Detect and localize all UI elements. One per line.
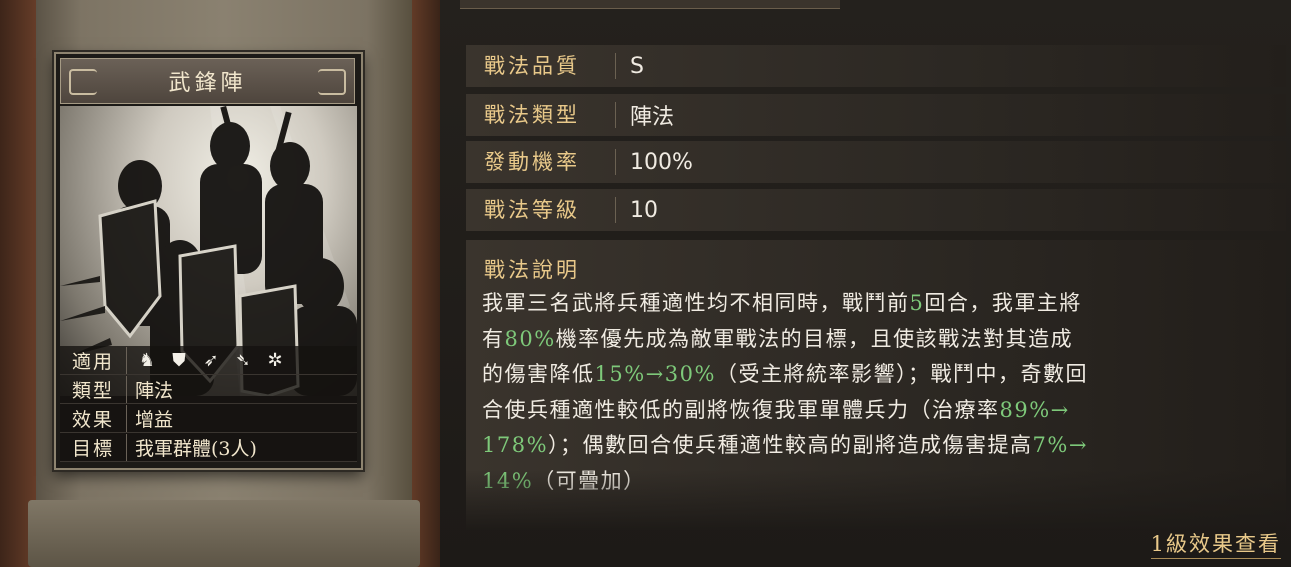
info-value: 增益 — [135, 408, 174, 431]
highlight-value: 89%→ — [999, 397, 1070, 422]
description-segment: 機率優先成為敵軍戰法的目標，且使該戰法對其造成 — [555, 326, 1074, 351]
info-row-applicable: 適用 ♞ ⛊ ➶ ➴ ✲ — [60, 346, 357, 375]
highlight-value: 178% — [482, 433, 549, 457]
info-key: 類型 — [60, 375, 127, 403]
highlight-value: 5 — [909, 291, 925, 315]
description-box[interactable]: 戰法說明 我軍三名武將兵種適性均不相同時，戰鬥前5回合，我軍主將 有80%機率優先… — [466, 240, 1286, 530]
card-title: 武鋒陣 — [168, 71, 247, 96]
info-key: 適用 — [60, 346, 127, 374]
wheel-icon: ✲ — [267, 349, 283, 371]
cavalry-icon: ♞ — [138, 349, 156, 371]
description-segment: 有 — [482, 326, 505, 351]
header-ornament-right — [318, 69, 346, 95]
description-segment: 的傷害降低 — [482, 362, 595, 386]
card-header: 武鋒陣 — [60, 58, 355, 104]
attr-row-trigger-rate: 發動機率 100% — [466, 141, 1286, 183]
description-line: 178%）；偶數回合使兵種適性較高的副將造成傷害提高7%→ — [482, 428, 1282, 464]
tactic-card: 武鋒陣 適用 ♞ ⛊ ➶ ➴ ✲ 類型 陣法 效果 增益 目標 我軍群體(3人) — [54, 52, 363, 470]
description-segment: 我軍三名武將兵種適性均不相同時，戰鬥前 — [482, 291, 910, 315]
description-line: 的傷害降低15%→30%（受主將統率影響）；戰鬥中，奇數回 — [482, 357, 1282, 393]
troop-type-icons: ♞ ⛊ ➶ ➴ ✲ — [127, 350, 285, 371]
scroll-bottom — [28, 500, 420, 567]
header-ornament-left — [69, 69, 97, 95]
highlight-value: 7%→ — [1032, 433, 1088, 457]
shield-icon: ⛊ — [172, 349, 186, 371]
tactic-detail-panel: 戰法品質 S 戰法類型 陣法 發動機率 100% 戰法等級 10 戰法說明 我軍… — [440, 0, 1291, 567]
info-key: 效果 — [60, 404, 127, 432]
description-text: 我軍三名武將兵種適性均不相同時，戰鬥前5回合，我軍主將 有80%機率優先成為敵軍戰… — [482, 286, 1282, 499]
highlight-value: 15%→30% — [594, 362, 716, 386]
description-fade — [466, 470, 1286, 530]
card-info: 適用 ♞ ⛊ ➶ ➴ ✲ 類型 陣法 效果 增益 目標 我軍群體(3人) — [60, 346, 357, 464]
description-line: 合使兵種適性較低的副將恢復我軍單體兵力（治療率89%→ — [482, 393, 1282, 429]
description-line: 有80%機率優先成為敵軍戰法的目標，且使該戰法對其造成 — [482, 322, 1282, 358]
description-title: 戰法說明 — [484, 258, 580, 282]
attr-key: 戰法類型 — [466, 102, 616, 128]
attr-key: 戰法等級 — [466, 197, 616, 223]
info-value: 陣法 — [135, 379, 174, 402]
info-row-type: 類型 陣法 — [60, 375, 357, 404]
description-segment: （受主將統率影響）；戰鬥中，奇數回 — [715, 362, 1088, 386]
attr-value: S — [630, 53, 644, 79]
attr-key: 發動機率 — [466, 149, 616, 175]
info-key: 目標 — [60, 433, 127, 461]
attr-row-type: 戰法類型 陣法 — [466, 94, 1286, 136]
attr-value: 10 — [630, 197, 658, 223]
attr-value: 陣法 — [630, 105, 675, 130]
attr-key: 戰法品質 — [466, 53, 616, 79]
description-segment: ）；偶數回合使兵種適性較高的副將造成傷害提高 — [548, 433, 1033, 457]
info-row-target: 目標 我軍群體(3人) — [60, 433, 357, 462]
description-segment: 回合，我軍主將 — [924, 291, 1082, 315]
attr-value: 100% — [630, 149, 693, 175]
level-effect-link[interactable]: 1級效果查看 — [1150, 528, 1281, 559]
attr-row-quality: 戰法品質 S — [466, 45, 1286, 87]
description-line: 我軍三名武將兵種適性均不相同時，戰鬥前5回合，我軍主將 — [482, 286, 1282, 322]
attr-row-level: 戰法等級 10 — [466, 189, 1286, 231]
info-value: 我軍群體(3人) — [135, 437, 257, 460]
description-segment: 合使兵種適性較低的副將恢復我軍單體兵力（治療率 — [482, 397, 1000, 422]
info-row-effect: 效果 增益 — [60, 404, 357, 433]
panel-top-bar — [460, 0, 840, 9]
highlight-value: 80% — [504, 326, 556, 351]
bow-icon: ➶ — [203, 349, 219, 371]
spear-icon: ➴ — [235, 349, 251, 371]
